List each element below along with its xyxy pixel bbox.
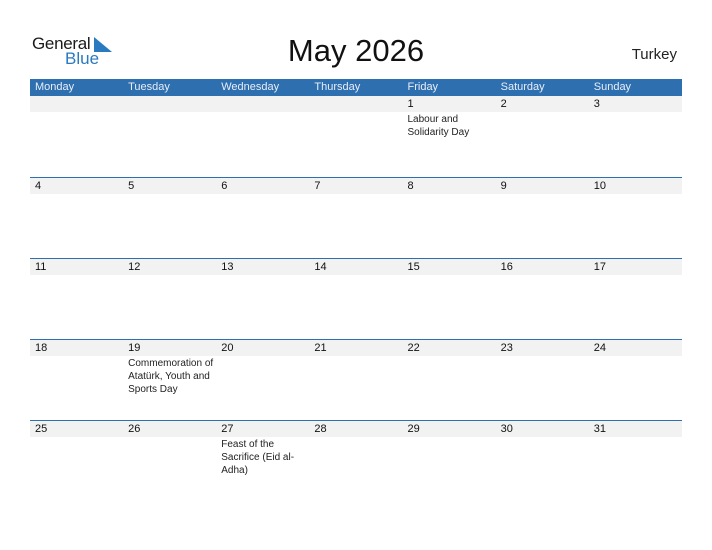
weekday-friday: Friday bbox=[407, 81, 439, 93]
week-row: 4 5 6 7 8 9 10 bbox=[30, 177, 682, 258]
calendar-grid: Monday Tuesday Wednesday Thursday Friday… bbox=[30, 79, 682, 501]
holiday-event: Commemoration of Atatürk, Youth and Spor… bbox=[128, 358, 214, 395]
day-cell: 17 bbox=[589, 259, 682, 339]
day-cell: 27 Feast of the Sacrifice (Eid al-Adha) bbox=[216, 421, 309, 501]
country-label: Turkey bbox=[631, 46, 677, 63]
day-number bbox=[128, 96, 216, 112]
day-number: 12 bbox=[128, 261, 141, 273]
day-cell bbox=[216, 96, 309, 177]
day-cell: 25 bbox=[30, 421, 123, 501]
day-number: 10 bbox=[593, 180, 606, 192]
day-cell: 31 bbox=[589, 421, 682, 501]
week-cells: 25 26 27 Feast of the Sacrifice (Eid al-Adh… bbox=[30, 421, 682, 501]
day-number: 21 bbox=[314, 342, 327, 354]
day-cell: 21 bbox=[309, 340, 402, 420]
weekday-saturday: Saturday bbox=[500, 81, 545, 93]
day-number bbox=[314, 96, 402, 112]
day-number: 15 bbox=[407, 261, 420, 273]
day-number: 3 bbox=[593, 98, 600, 110]
day-cell bbox=[309, 96, 402, 177]
weekday-wednesday: Wednesday bbox=[221, 81, 280, 93]
day-cell bbox=[123, 96, 216, 177]
holiday-event: Labour and Solidarity Day bbox=[407, 114, 470, 138]
day-cell: 10 bbox=[589, 178, 682, 258]
day-number: 24 bbox=[593, 342, 606, 354]
day-number: 19 bbox=[128, 342, 141, 354]
weeks-container: 1 Labour and Solidarity Day 2 3 4 5 6 7 8 9 10 11 12… bbox=[30, 96, 682, 501]
day-number: 18 bbox=[35, 342, 48, 354]
day-number: 17 bbox=[593, 261, 606, 273]
weekday-tuesday: Tuesday bbox=[128, 81, 170, 93]
week-row: 25 26 27 Feast of the Sacrifice (Eid al-Adh… bbox=[30, 420, 682, 501]
day-cell bbox=[30, 96, 123, 177]
day-cell: 11 bbox=[30, 259, 123, 339]
day-cell: 18 bbox=[30, 340, 123, 420]
week-row: 1 Labour and Solidarity Day 2 3 bbox=[30, 96, 682, 177]
day-cell: 16 bbox=[496, 259, 589, 339]
day-cell: 9 bbox=[496, 178, 589, 258]
day-cell: 26 bbox=[123, 421, 216, 501]
weekday-thursday: Thursday bbox=[314, 81, 361, 93]
day-cell: 24 bbox=[589, 340, 682, 420]
day-cell: 29 bbox=[403, 421, 496, 501]
holiday-event: Feast of the Sacrifice (Eid al-Adha) bbox=[221, 439, 295, 476]
day-cell: 8 bbox=[403, 178, 496, 258]
day-number bbox=[221, 96, 309, 112]
day-number: 26 bbox=[128, 423, 141, 435]
day-number: 7 bbox=[314, 180, 321, 192]
day-number: 4 bbox=[35, 180, 42, 192]
day-number: 20 bbox=[221, 342, 234, 354]
day-cell: 14 bbox=[309, 259, 402, 339]
day-number bbox=[35, 96, 123, 112]
day-number: 16 bbox=[500, 261, 513, 273]
day-cell: 7 bbox=[309, 178, 402, 258]
day-number: 23 bbox=[500, 342, 513, 354]
day-cell: 19 Commemoration of Atatürk, Youth and Sp… bbox=[123, 340, 216, 420]
week-cells: 4 5 6 7 8 9 10 bbox=[30, 178, 682, 258]
day-cell: 13 bbox=[216, 259, 309, 339]
day-number: 11 bbox=[35, 261, 47, 273]
day-cell: 2 bbox=[496, 96, 589, 177]
day-number: 5 bbox=[128, 180, 135, 192]
day-cell: 3 bbox=[589, 96, 682, 177]
day-number: 31 bbox=[593, 423, 606, 435]
day-cell: 22 bbox=[403, 340, 496, 420]
week-cells: 18 19 Commemoration of Atatürk, Youth and … bbox=[30, 340, 682, 420]
day-number: 30 bbox=[500, 423, 513, 435]
weekday-monday: Monday bbox=[35, 81, 75, 93]
day-cell: 28 bbox=[309, 421, 402, 501]
weekday-header: Monday Tuesday Wednesday Thursday Friday… bbox=[30, 79, 682, 96]
weekday-sunday: Sunday bbox=[593, 81, 632, 93]
day-cell: 20 bbox=[216, 340, 309, 420]
day-cell: 5 bbox=[123, 178, 216, 258]
day-cell: 15 bbox=[403, 259, 496, 339]
day-cell: 6 bbox=[216, 178, 309, 258]
day-number: 29 bbox=[407, 423, 420, 435]
day-number: 14 bbox=[314, 261, 327, 273]
day-number: 6 bbox=[221, 180, 228, 192]
day-number: 9 bbox=[500, 180, 507, 192]
week-row: 11 12 13 14 15 16 17 bbox=[30, 258, 682, 339]
day-cell: 30 bbox=[496, 421, 589, 501]
day-number: 28 bbox=[314, 423, 327, 435]
day-number: 27 bbox=[221, 423, 234, 435]
week-cells: 1 Labour and Solidarity Day 2 3 bbox=[30, 96, 682, 177]
day-number: 2 bbox=[500, 98, 507, 110]
day-cell: 4 bbox=[30, 178, 123, 258]
day-number: 13 bbox=[221, 261, 234, 273]
day-number: 22 bbox=[407, 342, 420, 354]
day-number: 8 bbox=[407, 180, 414, 192]
day-cell: 12 bbox=[123, 259, 216, 339]
day-number: 1 bbox=[407, 98, 414, 110]
day-cell: 23 bbox=[496, 340, 589, 420]
day-number: 25 bbox=[35, 423, 48, 435]
calendar-title: May 2026 bbox=[287, 33, 425, 68]
day-cell: 1 Labour and Solidarity Day bbox=[403, 96, 496, 177]
week-row: 18 19 Commemoration of Atatürk, Youth and … bbox=[30, 339, 682, 420]
week-cells: 11 12 13 14 15 16 17 bbox=[30, 259, 682, 339]
